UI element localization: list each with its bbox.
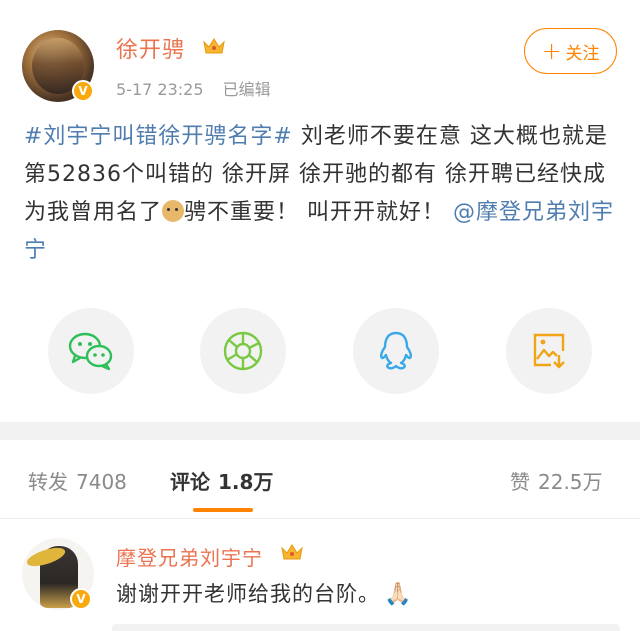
share-wechat-button[interactable] [48,308,134,394]
post-text: #刘宇宁叫错徐开骋名字# 刘老师不要在意 这大概也就是第52836个叫错的 徐开… [24,118,624,270]
tab-comments[interactable]: 评论 1.8万 [170,466,273,495]
moments-icon [223,331,263,371]
post-meta: 5-17 23:25 已编辑 [116,76,285,100]
like-label: 赞 [510,470,530,494]
share-qq-button[interactable] [353,308,439,394]
comment-label: 评论 [170,470,210,494]
comment-count: 1.8万 [218,470,274,494]
share-moments-button[interactable] [200,308,286,394]
active-tab-indicator [193,508,253,512]
crown-icon [203,38,225,54]
commenter-crown-icon [281,544,303,560]
repost-count: 7408 [76,470,127,494]
doge-emoji-icon [162,200,185,222]
topic-link[interactable]: #刘宇宁叫错徐开骋名字# [24,124,293,149]
post-body-part2: 骋不重要！ 叫开开就好！ [184,200,446,225]
post-time: 5-17 23:25 [116,80,204,99]
tabs-divider [0,518,640,519]
qq-icon [380,331,412,370]
tabs-bar: 转发 7408 评论 1.8万 赞 22.5万 [0,440,640,520]
commenter-name[interactable]: 摩登兄弟刘宇宁 [116,542,263,571]
commenter-verified-badge-icon: V [70,588,92,610]
reply-preview-strip [112,624,620,631]
share-row [0,308,640,398]
plus-icon: + [541,37,562,65]
folded-hands-emoji-icon: 🙏🏻 [384,582,413,607]
author-name[interactable]: 徐开骋 [116,32,185,64]
tab-repost[interactable]: 转发 7408 [28,466,127,495]
comment-item: V 摩登兄弟刘宇宁 谢谢开开老师给我的台阶。 🙏🏻 [0,520,640,631]
follow-label: 关注 [565,43,600,64]
save-image-button[interactable] [506,308,592,394]
repost-label: 转发 [28,470,68,494]
verified-badge-icon: V [72,80,94,102]
edited-label: 已编辑 [222,80,271,99]
follow-button[interactable]: + 关注 [524,28,617,74]
comment-text: 谢谢开开老师给我的台阶。 🙏🏻 [116,578,412,608]
wechat-icon [68,332,113,371]
section-divider [0,422,640,440]
like-count: 22.5万 [538,470,603,494]
post-header: V 徐开骋 5-17 23:25 已编辑 + 关注 [0,0,640,110]
tab-likes[interactable]: 赞 22.5万 [510,466,603,495]
save-image-icon [533,333,565,369]
comment-body: 谢谢开开老师给我的台阶。 [116,582,380,606]
